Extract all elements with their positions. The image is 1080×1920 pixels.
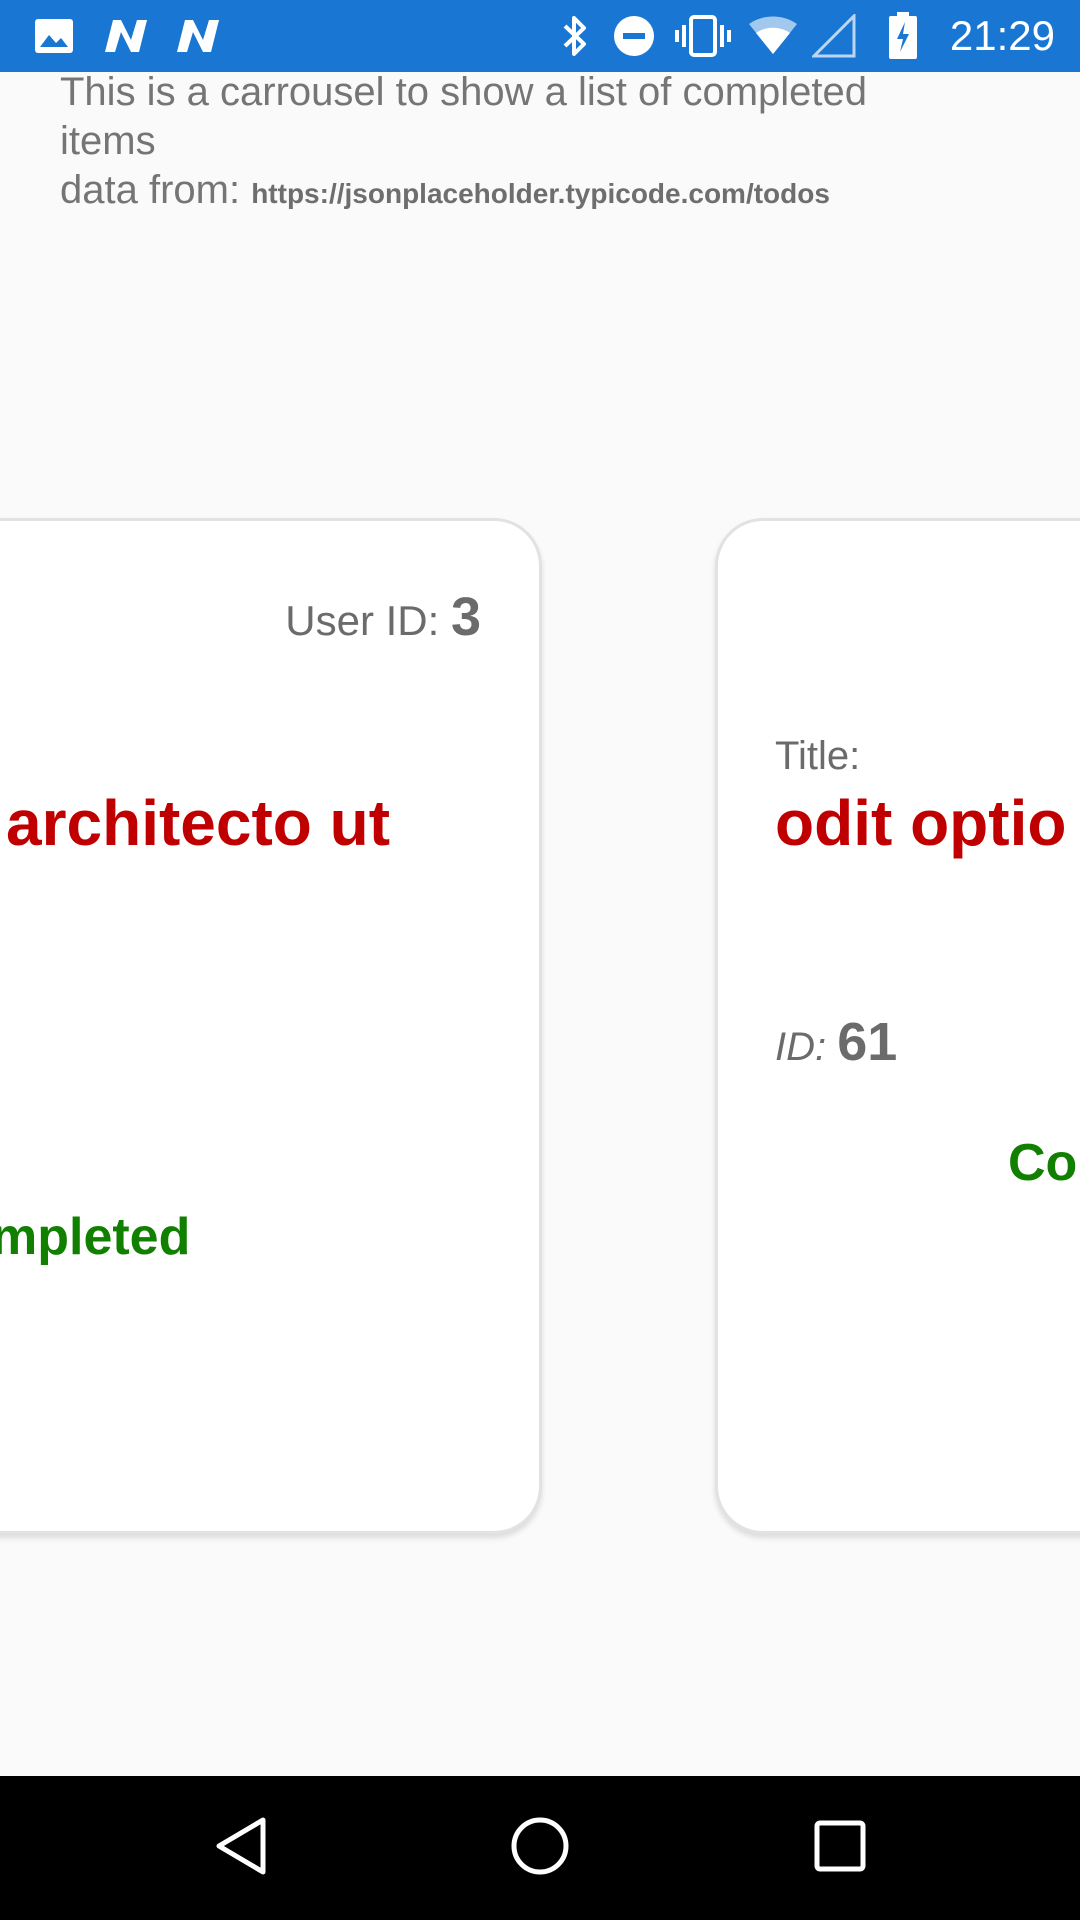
data-source-line: data from: https://jsonplaceholder.typic… bbox=[60, 166, 960, 218]
clock: 21:29 bbox=[949, 12, 1055, 59]
intro-description: This is a carrousel to show a list of co… bbox=[60, 70, 868, 163]
todo-card[interactable]: User ID: 3 architecto ut mpleted bbox=[0, 518, 542, 1534]
home-icon bbox=[510, 1816, 570, 1881]
id-value: 61 bbox=[837, 1012, 898, 1072]
cell-signal-icon bbox=[812, 0, 856, 72]
bluetooth-icon bbox=[560, 0, 590, 72]
vibrate-icon bbox=[675, 0, 731, 72]
user-id-label: User ID: bbox=[285, 597, 440, 644]
todo-id: ID: 61 bbox=[775, 1011, 897, 1073]
wifi-icon bbox=[748, 0, 798, 72]
home-button[interactable] bbox=[480, 1776, 600, 1920]
todo-title: odit optio c bbox=[775, 787, 1080, 859]
app-screen: 21:29 This is a carrousel to show a list… bbox=[0, 0, 1080, 1920]
title-label: Title: bbox=[775, 734, 861, 778]
todo-title: architecto ut bbox=[6, 787, 391, 859]
intro-text: This is a carrousel to show a list of co… bbox=[60, 68, 960, 218]
image-icon bbox=[34, 0, 74, 72]
n-logo-icon bbox=[103, 0, 149, 72]
completed-status: Co bbox=[1008, 1134, 1078, 1192]
n-logo-icon bbox=[175, 0, 221, 72]
back-icon bbox=[213, 1816, 269, 1881]
user-id-value: 3 bbox=[450, 587, 481, 647]
user-id: User ID: 3 bbox=[285, 586, 481, 648]
back-button[interactable] bbox=[181, 1776, 301, 1920]
recents-button[interactable] bbox=[780, 1776, 900, 1920]
data-source-url[interactable]: https://jsonplaceholder.typicode.com/tod… bbox=[251, 178, 830, 209]
id-label: ID: bbox=[775, 1025, 827, 1069]
do-not-disturb-icon bbox=[612, 0, 656, 72]
status-bar: 21:29 bbox=[0, 0, 1080, 72]
battery-charging-icon bbox=[888, 0, 918, 72]
todo-card[interactable]: Title: odit optio c ID: 61 Co bbox=[715, 518, 1080, 1534]
navigation-bar bbox=[0, 1776, 1080, 1920]
data-from-label: data from: bbox=[60, 168, 241, 212]
recents-icon bbox=[814, 1820, 866, 1877]
completed-status: mpleted bbox=[0, 1208, 191, 1266]
